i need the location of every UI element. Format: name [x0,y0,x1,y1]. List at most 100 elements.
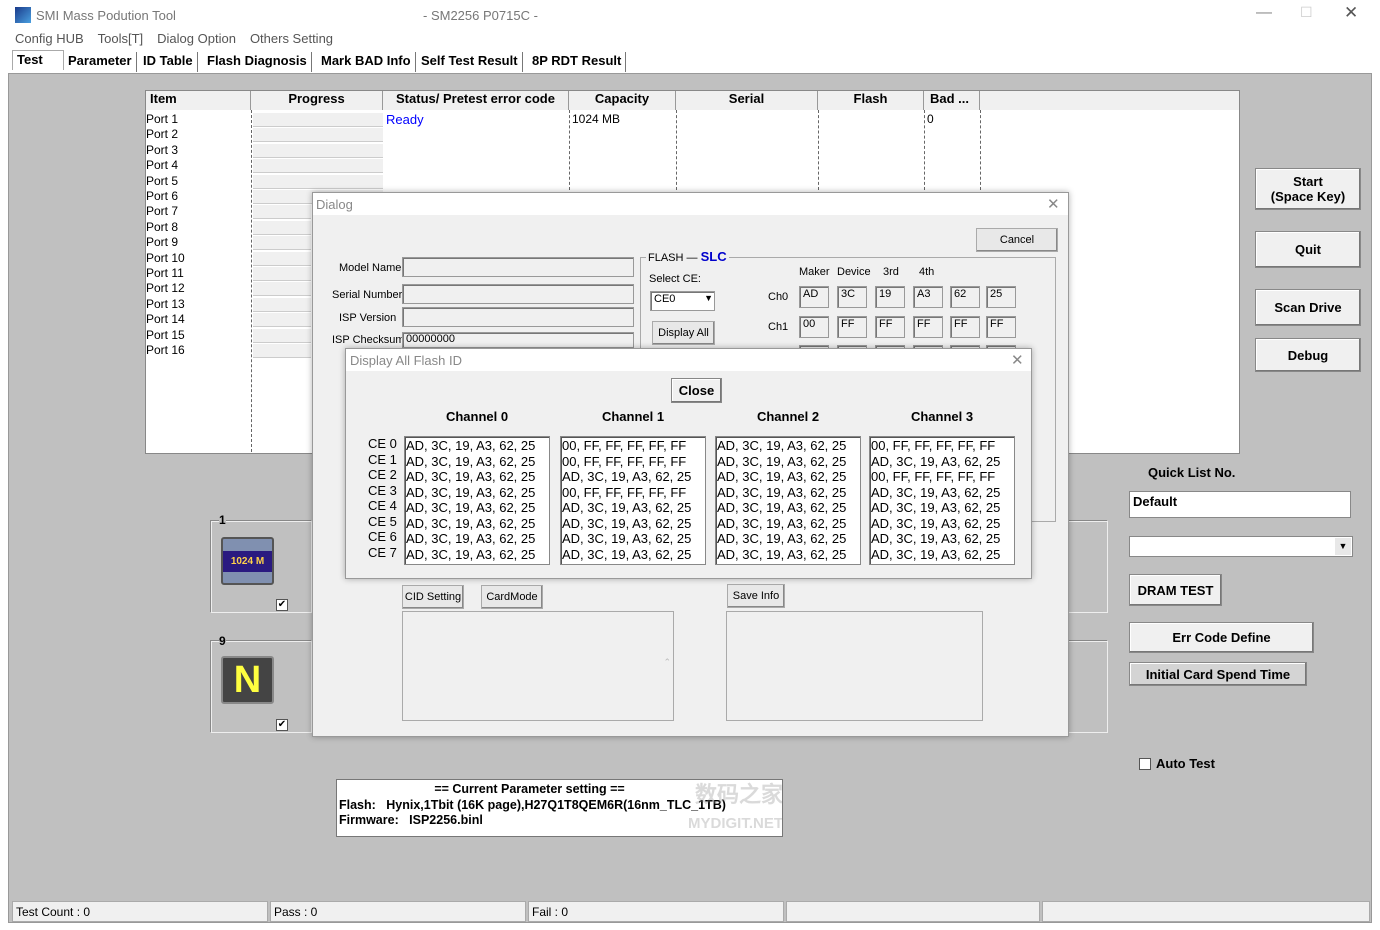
port-row-item[interactable]: Port 13 [146,297,185,311]
header-serial[interactable]: Serial [676,91,818,110]
isp-version-field[interactable] [402,307,634,327]
port-row-item[interactable]: Port 8 [146,220,178,234]
channel-2-ce-6: AD, 3C, 19, A3, 62, 25 [717,531,847,546]
chevron-down-icon[interactable]: ▼ [1335,538,1351,555]
dialog-close-icon[interactable]: ✕ [1047,195,1060,213]
ch0-id-field[interactable]: 62 [950,286,980,308]
port-row-item[interactable]: Port 14 [146,312,185,326]
start-button[interactable]: Start (Space Key) [1255,168,1361,210]
quick-list-input[interactable]: Default [1129,491,1351,518]
scrollbar[interactable]: ⌃ [663,614,671,718]
minimize-button[interactable]: — [1256,4,1272,22]
model-name-field[interactable] [402,257,634,277]
port-row-item[interactable]: Port 6 [146,189,178,203]
quit-button[interactable]: Quit [1255,231,1361,268]
menu-dialog-option[interactable]: Dialog Option [157,31,236,46]
header-capacity[interactable]: Capacity [569,91,676,110]
select-ce-dropdown[interactable]: CE0 ▼ [650,291,715,311]
port-1-checkbox[interactable]: ✔ [276,599,288,611]
port-row-item[interactable]: Port 4 [146,158,178,172]
port-row-item[interactable]: Port 15 [146,328,185,342]
header-progress[interactable]: Progress [251,91,383,110]
tab-mark-bad-info[interactable]: Mark BAD Info [317,52,416,72]
tab-id-table[interactable]: ID Table [139,52,198,72]
ch0-id-field[interactable]: A3 [913,286,943,308]
flash-id-close-icon[interactable]: ✕ [1011,351,1024,369]
tab-parameter[interactable]: Parameter [64,52,137,72]
port-row-item[interactable]: Port 5 [146,174,178,188]
header-status[interactable]: Status/ Pretest error code [383,91,569,110]
menu-config-hub[interactable]: Config HUB [15,31,84,46]
isp-checksum-field[interactable]: 00000000 [402,332,634,348]
status-test-count: Test Count : 0 [12,901,268,922]
header-bad[interactable]: Bad ... [924,91,980,110]
status-section-5 [1042,901,1370,922]
ch1-id-field[interactable]: FF [913,316,943,338]
cid-setting-button[interactable]: CID Setting [402,585,464,609]
info-textarea[interactable] [726,611,983,721]
close-button[interactable]: Close [671,378,722,403]
port-9-checkbox[interactable]: ✔ [276,719,288,731]
ch1-id-field[interactable]: FF [875,316,905,338]
ch1-id-field[interactable]: FF [837,316,867,338]
port-row-item[interactable]: Port 1 [146,112,178,126]
channel-id-list[interactable]: AD, 3C, 19, A3, 62, 25 AD, 3C, 19, A3, 62… [715,436,861,565]
tab-8p-rdt-result[interactable]: 8P RDT Result [528,52,627,72]
menu-tools[interactable]: Tools[T] [98,31,144,46]
port-1-capacity: 1024 MB [572,112,621,126]
channel-1-ce-7: AD, 3C, 19, A3, 62, 25 [562,546,692,562]
save-info-button[interactable]: Save Info [727,584,785,608]
header-item[interactable]: Item [146,91,251,110]
channel-1-ce-3: 00, FF, FF, FF, FF, FF [562,484,687,500]
tab-test[interactable]: Test [12,50,64,70]
channel-id-list[interactable]: AD, 3C, 19, A3, 62, 25 AD, 3C, 19, A3, 62… [404,436,550,565]
port-row-item[interactable]: Port 2 [146,127,178,141]
auto-test-checkbox[interactable] [1139,758,1151,770]
card-mode-button[interactable]: CardMode [481,585,543,609]
port-row-item[interactable]: Port 12 [146,281,185,295]
scan-drive-button[interactable]: Scan Drive [1255,289,1361,326]
initial-card-spend-time-button[interactable]: Initial Card Spend Time [1129,662,1307,686]
dram-test-button[interactable]: DRAM TEST [1129,574,1222,606]
ch0-id-field[interactable]: 19 [875,286,905,308]
close-button[interactable]: ✕ [1344,3,1358,23]
chevron-down-icon[interactable]: ▼ [704,293,713,303]
port-group-right-2 [1068,641,1108,733]
channel-0-ce-6: AD, 3C, 19, A3, 62, 25 [406,531,536,546]
cancel-button[interactable]: Cancel [976,228,1058,252]
progress-bar [253,236,311,251]
serial-number-field[interactable] [402,284,634,304]
ce-label: CE 6 [368,529,397,544]
maximize-button[interactable]: ☐ [1300,4,1313,21]
display-all-button[interactable]: Display All [652,321,715,345]
flash-id-title: Display All Flash ID [350,353,462,368]
tab-self-test-result[interactable]: Self Test Result [417,52,523,72]
tab-flash-diagnosis[interactable]: Flash Diagnosis [203,52,312,72]
port-row-item[interactable]: Port 7 [146,204,178,218]
port-row-item[interactable]: Port 9 [146,235,178,249]
channel-0-ce-4: AD, 3C, 19, A3, 62, 25 [406,500,536,515]
header-flash[interactable]: Flash [818,91,924,110]
menu-bar: Config HUB Tools[T] Dialog Option Others… [15,31,333,46]
progress-bar [253,159,383,174]
menu-others-setting[interactable]: Others Setting [250,31,333,46]
maker-header: Maker [799,266,830,278]
cid-textarea[interactable]: ⌃ [402,611,674,721]
port-row-item[interactable]: Port 11 [146,266,184,280]
ch0-id-field[interactable]: 25 [986,286,1016,308]
ch1-id-field[interactable]: FF [950,316,980,338]
port-row-item[interactable]: Port 3 [146,143,178,157]
debug-button[interactable]: Debug [1255,338,1361,372]
port-row-item[interactable]: Port 16 [146,343,185,357]
channel-id-list[interactable]: 00, FF, FF, FF, FF, FF 00, FF, FF, FF, FF… [560,436,706,565]
port-row-item[interactable]: Port 10 [146,251,185,265]
ch0-id-field[interactable]: 3C [837,286,867,308]
channel-id-list[interactable]: 00, FF, FF, FF, FF, FF AD, 3C, 19, A3, 62… [869,436,1015,565]
ch0-id-field[interactable]: AD [799,286,829,308]
quick-list-select[interactable]: ▼ [1129,536,1353,557]
channel-2-ce-1: AD, 3C, 19, A3, 62, 25 [717,453,847,469]
ch1-id-field[interactable]: FF [986,316,1016,338]
ce-label: CE 5 [368,513,397,529]
ch1-id-field[interactable]: 00 [799,316,829,338]
err-code-define-button[interactable]: Err Code Define [1129,622,1314,653]
